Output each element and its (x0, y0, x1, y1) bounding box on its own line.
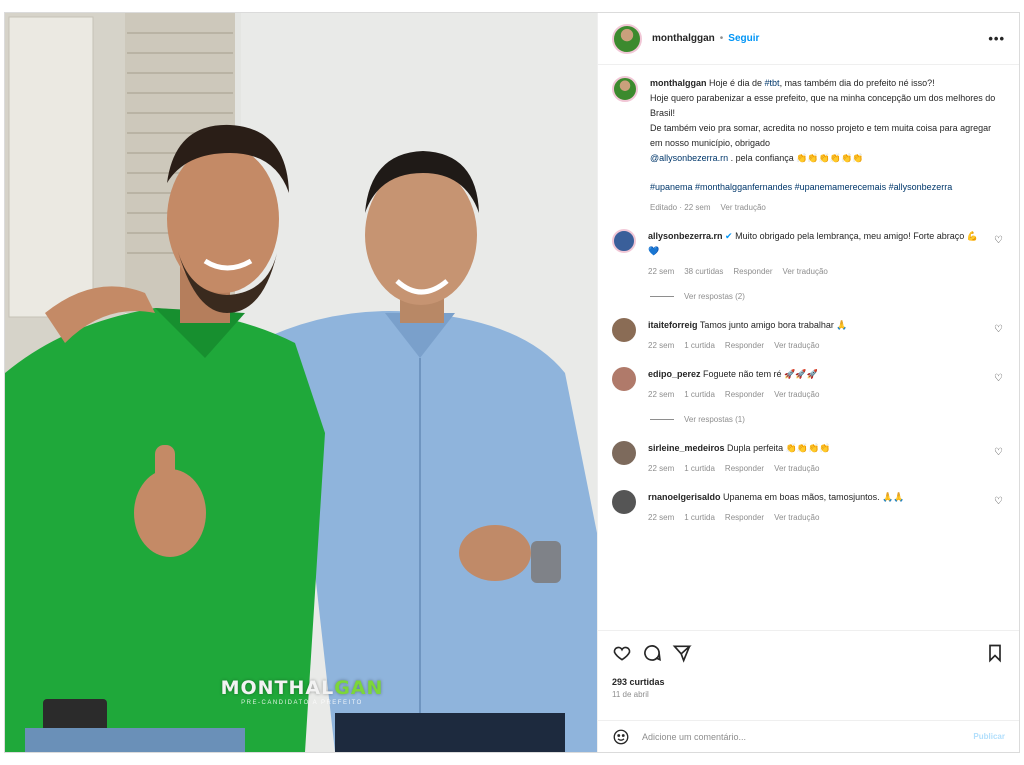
post-side-panel: monthalggan • Seguir ••• monthalggan Hoj… (597, 13, 1019, 752)
comment-text: sirleine_medeiros Dupla perfeita 👏👏👏👏 (648, 443, 831, 453)
comment-item: itaiteforreig Tamos junto amigo bora tra… (612, 318, 1005, 353)
commenter-avatar[interactable] (612, 229, 636, 253)
post-caption: monthalggan Hoje é dia de #tbt, mas tamb… (612, 76, 1005, 215)
post-header: monthalggan • Seguir ••• (598, 13, 1019, 65)
comment-time: 22 sem (648, 390, 675, 399)
caption-line: De também veio pra somar, acredita no no… (650, 123, 992, 148)
commenter-avatar[interactable] (612, 490, 636, 514)
comment-meta: 22 sem 1 curtida Responder Ver tradução (648, 510, 987, 525)
caption-hashtags[interactable]: #upanema #monthalgganfernandes #upanemam… (650, 180, 1005, 195)
watermark-subtitle: PRÉ-CANDIDATO A PREFEITO (241, 700, 363, 706)
comment-likes[interactable]: 1 curtida (684, 387, 715, 402)
reply-button[interactable]: Responder (725, 387, 764, 402)
add-comment-bar: Publicar (598, 720, 1019, 752)
author-username[interactable]: monthalggan (652, 33, 715, 44)
publish-button[interactable]: Publicar (973, 732, 1005, 741)
comment-likes[interactable]: 1 curtida (684, 510, 715, 525)
comment-username[interactable]: sirleine_medeiros (648, 443, 725, 453)
post-date: 11 de abril (612, 690, 649, 699)
see-translation-link[interactable]: Ver tradução (720, 200, 765, 215)
comment-time: 22 sem (648, 341, 675, 350)
replies-divider (650, 296, 674, 297)
comment-heart-icon[interactable]: ♡ (994, 322, 1003, 337)
save-icon[interactable] (985, 643, 1005, 663)
follow-button[interactable]: Seguir (728, 33, 759, 44)
comment-meta: 22 sem 1 curtida Responder Ver tradução (648, 387, 987, 402)
see-translation-link[interactable]: Ver tradução (783, 264, 828, 279)
verified-icon: ✔ (725, 231, 733, 241)
comment-heart-icon[interactable]: ♡ (994, 494, 1003, 509)
see-translation-link[interactable]: Ver tradução (774, 461, 819, 476)
replies-divider (650, 419, 674, 420)
comment-time: 22 sem (648, 267, 675, 276)
author-avatar[interactable] (612, 23, 642, 54)
header-separator: • (719, 33, 724, 44)
comment-likes[interactable]: 38 curtidas (684, 264, 723, 279)
see-translation-link[interactable]: Ver tradução (774, 387, 819, 402)
comment-time: 22 sem (648, 464, 675, 473)
action-icons (612, 641, 1005, 665)
view-replies-button[interactable]: Ver respostas (1) (650, 412, 1005, 427)
comment-time: 22 sem (648, 513, 675, 522)
comment-heart-icon[interactable]: ♡ (994, 371, 1003, 386)
comment-text: allysonbezerra.rn ✔ Muito obrigado pela … (648, 231, 978, 256)
instagram-post: MONTHALGAN PRÉ-CANDIDATO A PREFEITO mont… (4, 12, 1020, 753)
comment-meta: 22 sem 1 curtida Responder Ver tradução (648, 461, 987, 476)
caption-username[interactable]: monthalggan (650, 78, 707, 88)
comment-heart-icon[interactable]: ♡ (994, 233, 1003, 248)
see-translation-link[interactable]: Ver tradução (774, 338, 819, 353)
hashtag-link[interactable]: #tbt (765, 78, 780, 88)
share-icon[interactable] (672, 643, 692, 663)
comment-username[interactable]: edipo_perez (648, 369, 701, 379)
comment-text: rnanoelgerisaldo Upanema em boas mãos, t… (648, 492, 905, 502)
comments-list[interactable]: monthalggan Hoje é dia de #tbt, mas tamb… (598, 66, 1019, 626)
reply-button[interactable]: Responder (725, 461, 764, 476)
photo-illustration (5, 13, 597, 752)
caption-text: monthalggan Hoje é dia de #tbt, mas tamb… (650, 78, 935, 88)
comment-meta: 22 sem 1 curtida Responder Ver tradução (648, 338, 987, 353)
emoji-icon[interactable] (612, 728, 630, 746)
more-icon[interactable]: ••• (988, 31, 1005, 46)
post-actions: 293 curtidas 11 de abril (598, 630, 1019, 720)
comment-text: edipo_perez Foguete não tem ré 🚀🚀🚀 (648, 369, 818, 379)
comment-text: itaiteforreig Tamos junto amigo bora tra… (648, 320, 848, 330)
see-translation-link[interactable]: Ver tradução (774, 510, 819, 525)
comment-input[interactable] (642, 731, 962, 742)
watermark-title: MONTHALGAN (220, 677, 384, 699)
reply-button[interactable]: Responder (733, 264, 772, 279)
comment-item: rnanoelgerisaldo Upanema em boas mãos, t… (612, 490, 1005, 525)
caption-edited: Editado · 22 sem (650, 203, 711, 212)
commenter-avatar[interactable] (612, 318, 636, 342)
comment-likes[interactable]: 1 curtida (684, 461, 715, 476)
comment-username[interactable]: itaiteforreig (648, 320, 698, 330)
emoji-row: 👏👏👏👏👏👏 (796, 153, 864, 163)
commenter-avatar[interactable] (612, 441, 636, 465)
heart-icon[interactable] (612, 643, 632, 663)
watermark: MONTHALGAN PRÉ-CANDIDATO A PREFEITO (217, 677, 387, 706)
reply-button[interactable]: Responder (725, 510, 764, 525)
like-count[interactable]: 293 curtidas (612, 677, 1005, 687)
comment-icon[interactable] (642, 643, 662, 663)
comment-likes[interactable]: 1 curtida (684, 338, 715, 353)
caption-line: @allysonbezerra.rn . pela confiança 👏👏👏👏… (650, 153, 864, 163)
comment-username[interactable]: rnanoelgerisaldo (648, 492, 721, 502)
comment-heart-icon[interactable]: ♡ (994, 445, 1003, 460)
commenter-avatar[interactable] (612, 367, 636, 391)
mention-link[interactable]: @allysonbezerra.rn (650, 153, 728, 163)
caption-meta: Editado · 22 sem Ver tradução (650, 200, 1005, 215)
comment-item: edipo_perez Foguete não tem ré 🚀🚀🚀 22 se… (612, 367, 1005, 402)
comment-item: allysonbezerra.rn ✔ Muito obrigado pela … (612, 229, 1005, 279)
comment-username[interactable]: allysonbezerra.rn (648, 231, 723, 241)
post-photo[interactable]: MONTHALGAN PRÉ-CANDIDATO A PREFEITO (5, 13, 597, 752)
view-replies-button[interactable]: Ver respostas (2) (650, 289, 1005, 304)
comment-item: sirleine_medeiros Dupla perfeita 👏👏👏👏 22… (612, 441, 1005, 476)
reply-button[interactable]: Responder (725, 338, 764, 353)
caption-avatar[interactable] (612, 76, 638, 102)
caption-line: Hoje quero parabenizar a esse prefeito, … (650, 93, 996, 118)
comment-meta: 22 sem 38 curtidas Responder Ver traduçã… (648, 264, 987, 279)
